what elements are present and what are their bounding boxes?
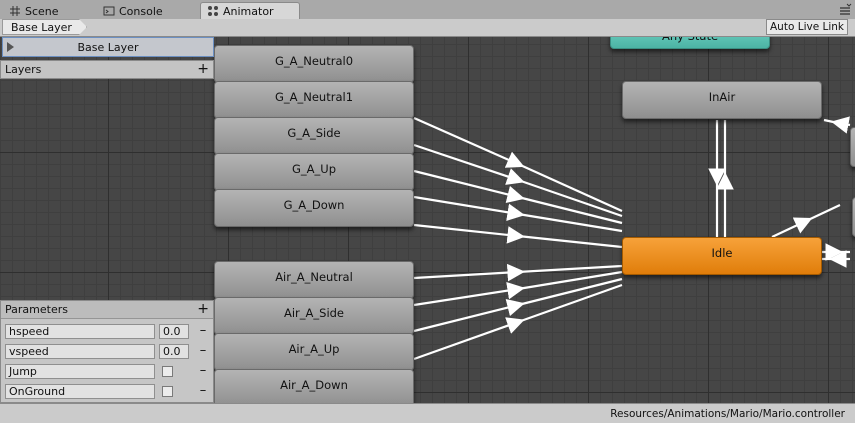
- parameter-name-field[interactable]: OnGround: [5, 384, 155, 399]
- transition-arrow[interactable]: [413, 195, 623, 233]
- window-tab-bar: Scene Console Animator: [0, 0, 855, 20]
- parameter-row: Jump –: [1, 363, 213, 381]
- parameter-value-field[interactable]: 0.0: [159, 344, 189, 359]
- state-air-a-down[interactable]: Air_A_Down: [214, 369, 414, 403]
- parameter-value-field[interactable]: 0.0: [159, 324, 189, 339]
- state-air-a-side[interactable]: Air_A_Side: [214, 297, 414, 335]
- tab-scene[interactable]: Scene: [2, 2, 66, 19]
- state-air-a-neutral[interactable]: Air_A_Neutral: [214, 261, 414, 299]
- layers-title: Layers: [5, 63, 42, 76]
- state-g-a-neutral0[interactable]: G_A_Neutral0: [214, 45, 414, 83]
- tab-menu-icon[interactable]: [838, 3, 852, 17]
- parameters-header: Parameters +: [1, 301, 213, 319]
- remove-parameter-button[interactable]: –: [197, 364, 209, 379]
- state-any-state[interactable]: Any State: [610, 37, 770, 49]
- tab-animator[interactable]: Animator: [200, 2, 300, 19]
- parameter-checkbox[interactable]: [162, 366, 173, 377]
- grid-icon: [10, 6, 20, 16]
- parameter-name-field[interactable]: hspeed: [5, 324, 155, 339]
- parameter-row: vspeed 0.0 –: [1, 343, 213, 361]
- auto-live-link-button[interactable]: Auto Live Link: [766, 19, 848, 35]
- remove-parameter-button[interactable]: –: [197, 344, 209, 359]
- parameter-row: OnGround –: [1, 383, 213, 401]
- transition-arrow[interactable]: [823, 116, 851, 134]
- state-inair[interactable]: InAir: [622, 81, 822, 119]
- transition-arrow[interactable]: [413, 283, 623, 361]
- animator-icon: [208, 6, 218, 16]
- console-icon: [103, 6, 115, 16]
- parameters-title: Parameters: [5, 303, 68, 316]
- remove-parameter-button[interactable]: –: [197, 324, 209, 339]
- parameter-name-field[interactable]: Jump: [5, 364, 155, 379]
- transition-arrow[interactable]: [413, 223, 623, 249]
- tab-label: Console: [119, 4, 163, 18]
- parameter-name-field[interactable]: vspeed: [5, 344, 155, 359]
- layers-panel: Base Layer Layers +: [0, 37, 214, 79]
- parameter-checkbox[interactable]: [162, 386, 173, 397]
- parameters-panel: Parameters + hspeed 0.0 – vspeed 0.0 – J…: [0, 300, 214, 403]
- animator-toolbar: Base Layer Auto Live Link: [0, 19, 855, 37]
- remove-parameter-button[interactable]: –: [197, 384, 209, 399]
- expand-triangle-icon[interactable]: [7, 42, 14, 52]
- transition-arrow[interactable]: [413, 143, 623, 218]
- state-g-a-neutral1[interactable]: G_A_Neutral1: [214, 81, 414, 119]
- layer-name: Base Layer: [77, 40, 139, 54]
- tab-console[interactable]: Console: [96, 2, 170, 19]
- parameter-row: hspeed 0.0 –: [1, 323, 213, 341]
- state-g-a-side[interactable]: G_A_Side: [214, 117, 414, 155]
- tab-label: Animator: [223, 4, 274, 18]
- controller-path: Resources/Animations/Mario/Mario.control…: [610, 408, 845, 420]
- state-g-a-up[interactable]: G_A_Up: [214, 153, 414, 191]
- breadcrumb[interactable]: Base Layer: [2, 19, 87, 35]
- offscreen-state[interactable]: [850, 127, 855, 167]
- layers-header: Layers +: [0, 60, 214, 79]
- tab-label: Scene: [25, 4, 59, 18]
- state-air-a-up[interactable]: Air_A_Up: [214, 333, 414, 371]
- add-parameter-button[interactable]: +: [197, 301, 209, 317]
- transition-arrow[interactable]: [771, 204, 841, 238]
- transition-arrow[interactable]: [413, 277, 623, 333]
- add-layer-button[interactable]: +: [197, 61, 209, 77]
- layer-item[interactable]: Base Layer: [2, 37, 214, 57]
- state-g-a-down[interactable]: G_A_Down: [214, 189, 414, 227]
- status-bar: Resources/Animations/Mario/Mario.control…: [0, 403, 855, 423]
- state-idle[interactable]: Idle: [622, 237, 822, 275]
